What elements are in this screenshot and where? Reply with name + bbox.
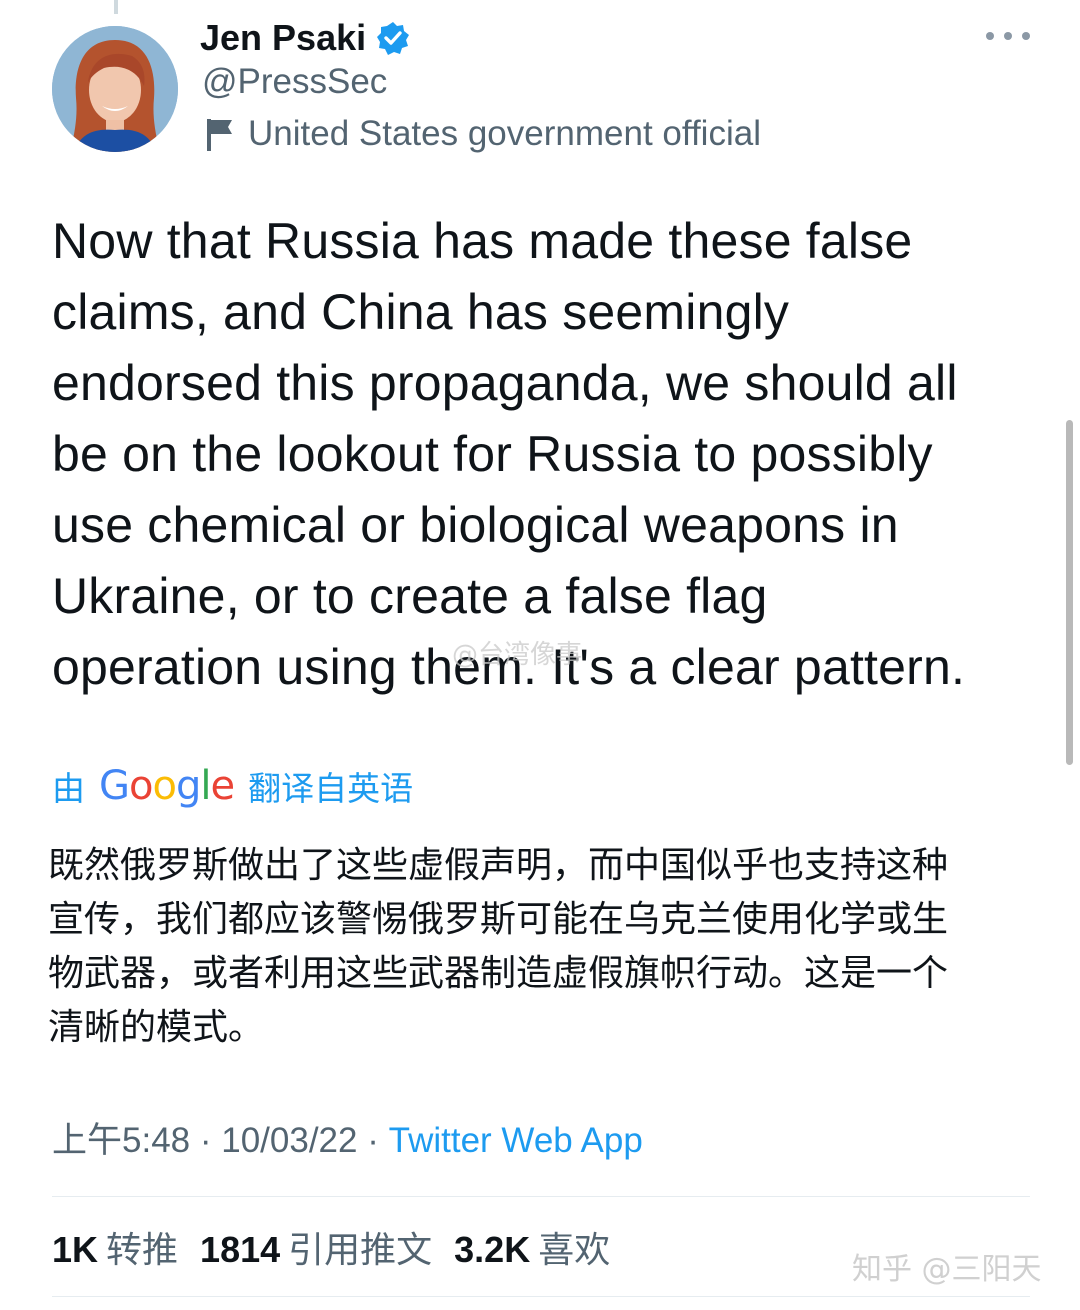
avatar[interactable] — [52, 26, 178, 152]
more-options-icon[interactable] — [986, 24, 1030, 48]
tweet-text: Now that Russia has made these false cla… — [52, 213, 966, 695]
meta-separator: · — [367, 1121, 379, 1160]
translated-text: 既然俄罗斯做出了这些虚假声明，而中国似乎也支持这种 宣传，我们都应该警惕俄罗斯可… — [48, 844, 949, 1047]
account-label[interactable]: United States government official — [204, 114, 761, 154]
zhihu-watermark: 知乎 @三阳天 — [852, 1252, 1042, 1287]
tweet-meta: 上午5:48 · 10/03/22 · Twitter Web App — [52, 1112, 643, 1163]
likes-count: 3.2K — [454, 1229, 531, 1270]
thread-connector-line — [114, 0, 118, 14]
tweet-source-link[interactable]: Twitter Web App — [389, 1121, 643, 1160]
divider — [52, 1296, 1030, 1297]
weibo-watermark: @台湾像事 — [452, 640, 583, 670]
avatar-image — [52, 26, 178, 152]
meta-separator: · — [199, 1121, 212, 1160]
account-label-text: United States government official — [248, 114, 761, 153]
author-name-row: Jen Psaki — [200, 16, 410, 60]
tweet-date[interactable]: 10/03/22 — [221, 1121, 357, 1160]
flag-icon — [204, 116, 236, 152]
tweet-time[interactable]: 上午5:48 — [52, 1121, 190, 1160]
author-handle[interactable]: @PressSec — [202, 62, 387, 102]
translation-prefix: 由 — [52, 770, 85, 807]
verified-badge-icon — [376, 21, 410, 55]
retweets-count: 1K — [52, 1229, 99, 1270]
retweets-label: 转推 — [106, 1229, 179, 1270]
likes-label: 喜欢 — [538, 1229, 611, 1270]
quote-tweets-count: 1814 — [200, 1229, 281, 1270]
engagement-stats: 1K 转推 1814 引用推文 3.2K 喜欢 — [52, 1222, 610, 1272]
likes-stat[interactable]: 3.2K 喜欢 — [454, 1221, 610, 1273]
google-logo: Google — [99, 763, 235, 809]
translation-suffix: 翻译自英语 — [248, 770, 414, 807]
quote-tweets-stat[interactable]: 1814 引用推文 — [200, 1221, 432, 1273]
retweets-stat[interactable]: 1K 转推 — [52, 1221, 178, 1273]
translation-attribution[interactable]: 由 Google 翻译自英语 — [52, 758, 413, 814]
divider — [52, 1196, 1030, 1197]
author-name[interactable]: Jen Psaki — [200, 17, 366, 59]
quote-tweets-label: 引用推文 — [288, 1229, 433, 1270]
scrollbar[interactable] — [1066, 420, 1073, 765]
